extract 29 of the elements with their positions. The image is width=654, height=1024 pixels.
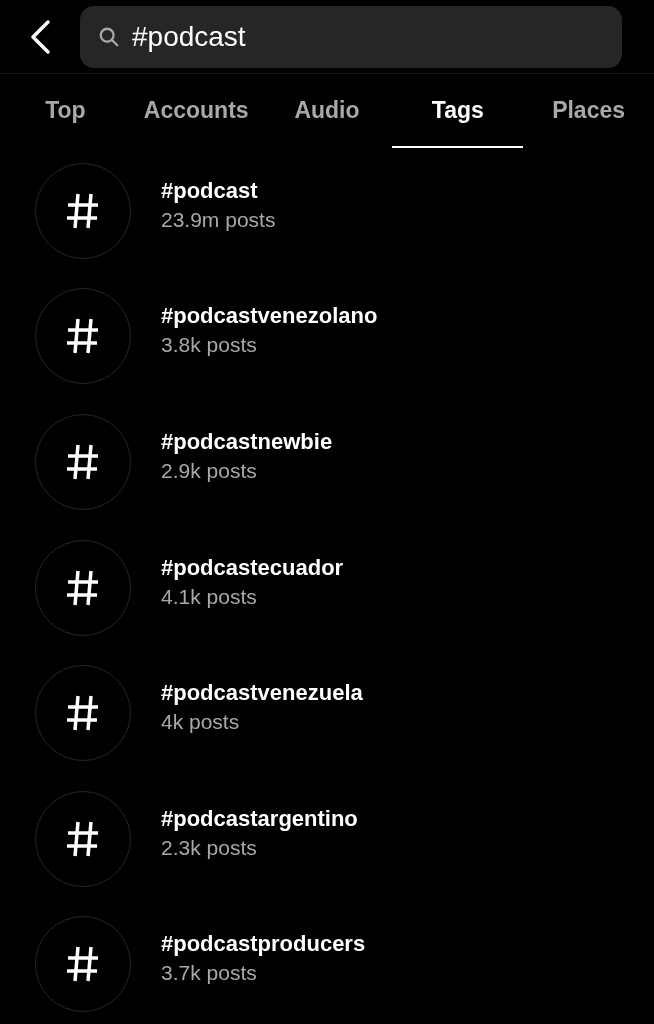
hashtag-icon	[66, 568, 100, 607]
hashtag-name[interactable]: #podcastecuador	[161, 552, 344, 583]
post-count: 3.7k posts	[161, 960, 258, 987]
post-count: 2.3k posts	[161, 834, 258, 861]
post-count: 23.9m posts	[161, 206, 276, 233]
post-count: 4.1k posts	[161, 583, 258, 610]
post-count: 2.9k posts	[161, 458, 258, 484]
hashtag-name[interactable]: #podcastvenezuela	[161, 678, 363, 709]
post-count: 3.8k posts	[161, 332, 258, 359]
tab[interactable]: Audio	[261, 74, 393, 148]
hashtag-icon	[66, 694, 100, 733]
hashtag-name[interactable]: #podcastargentino	[161, 803, 358, 834]
hashtag-name[interactable]: #podcast	[161, 175, 276, 206]
tab[interactable]: Accounts	[130, 74, 262, 148]
hashtag-icon	[66, 317, 100, 356]
hashtag-name[interactable]: #podcastnewbie	[161, 427, 333, 457]
hashtag-name[interactable]: #podcastvenezolano	[161, 301, 378, 332]
back-chevron-icon	[29, 18, 51, 55]
hashtag-icon	[66, 819, 100, 858]
tab[interactable]: Tags	[392, 74, 524, 148]
post-count: 4k posts	[161, 709, 241, 736]
tab[interactable]: Places	[523, 74, 654, 148]
hashtag-name[interactable]: #podcastproducers	[161, 929, 366, 960]
hashtag-icon	[66, 945, 100, 984]
tab[interactable]: Top	[0, 74, 131, 148]
search-icon	[98, 25, 120, 48]
search-field[interactable]: #podcast	[80, 5, 622, 68]
hashtag-icon	[66, 443, 100, 481]
hashtag-icon	[66, 191, 100, 230]
